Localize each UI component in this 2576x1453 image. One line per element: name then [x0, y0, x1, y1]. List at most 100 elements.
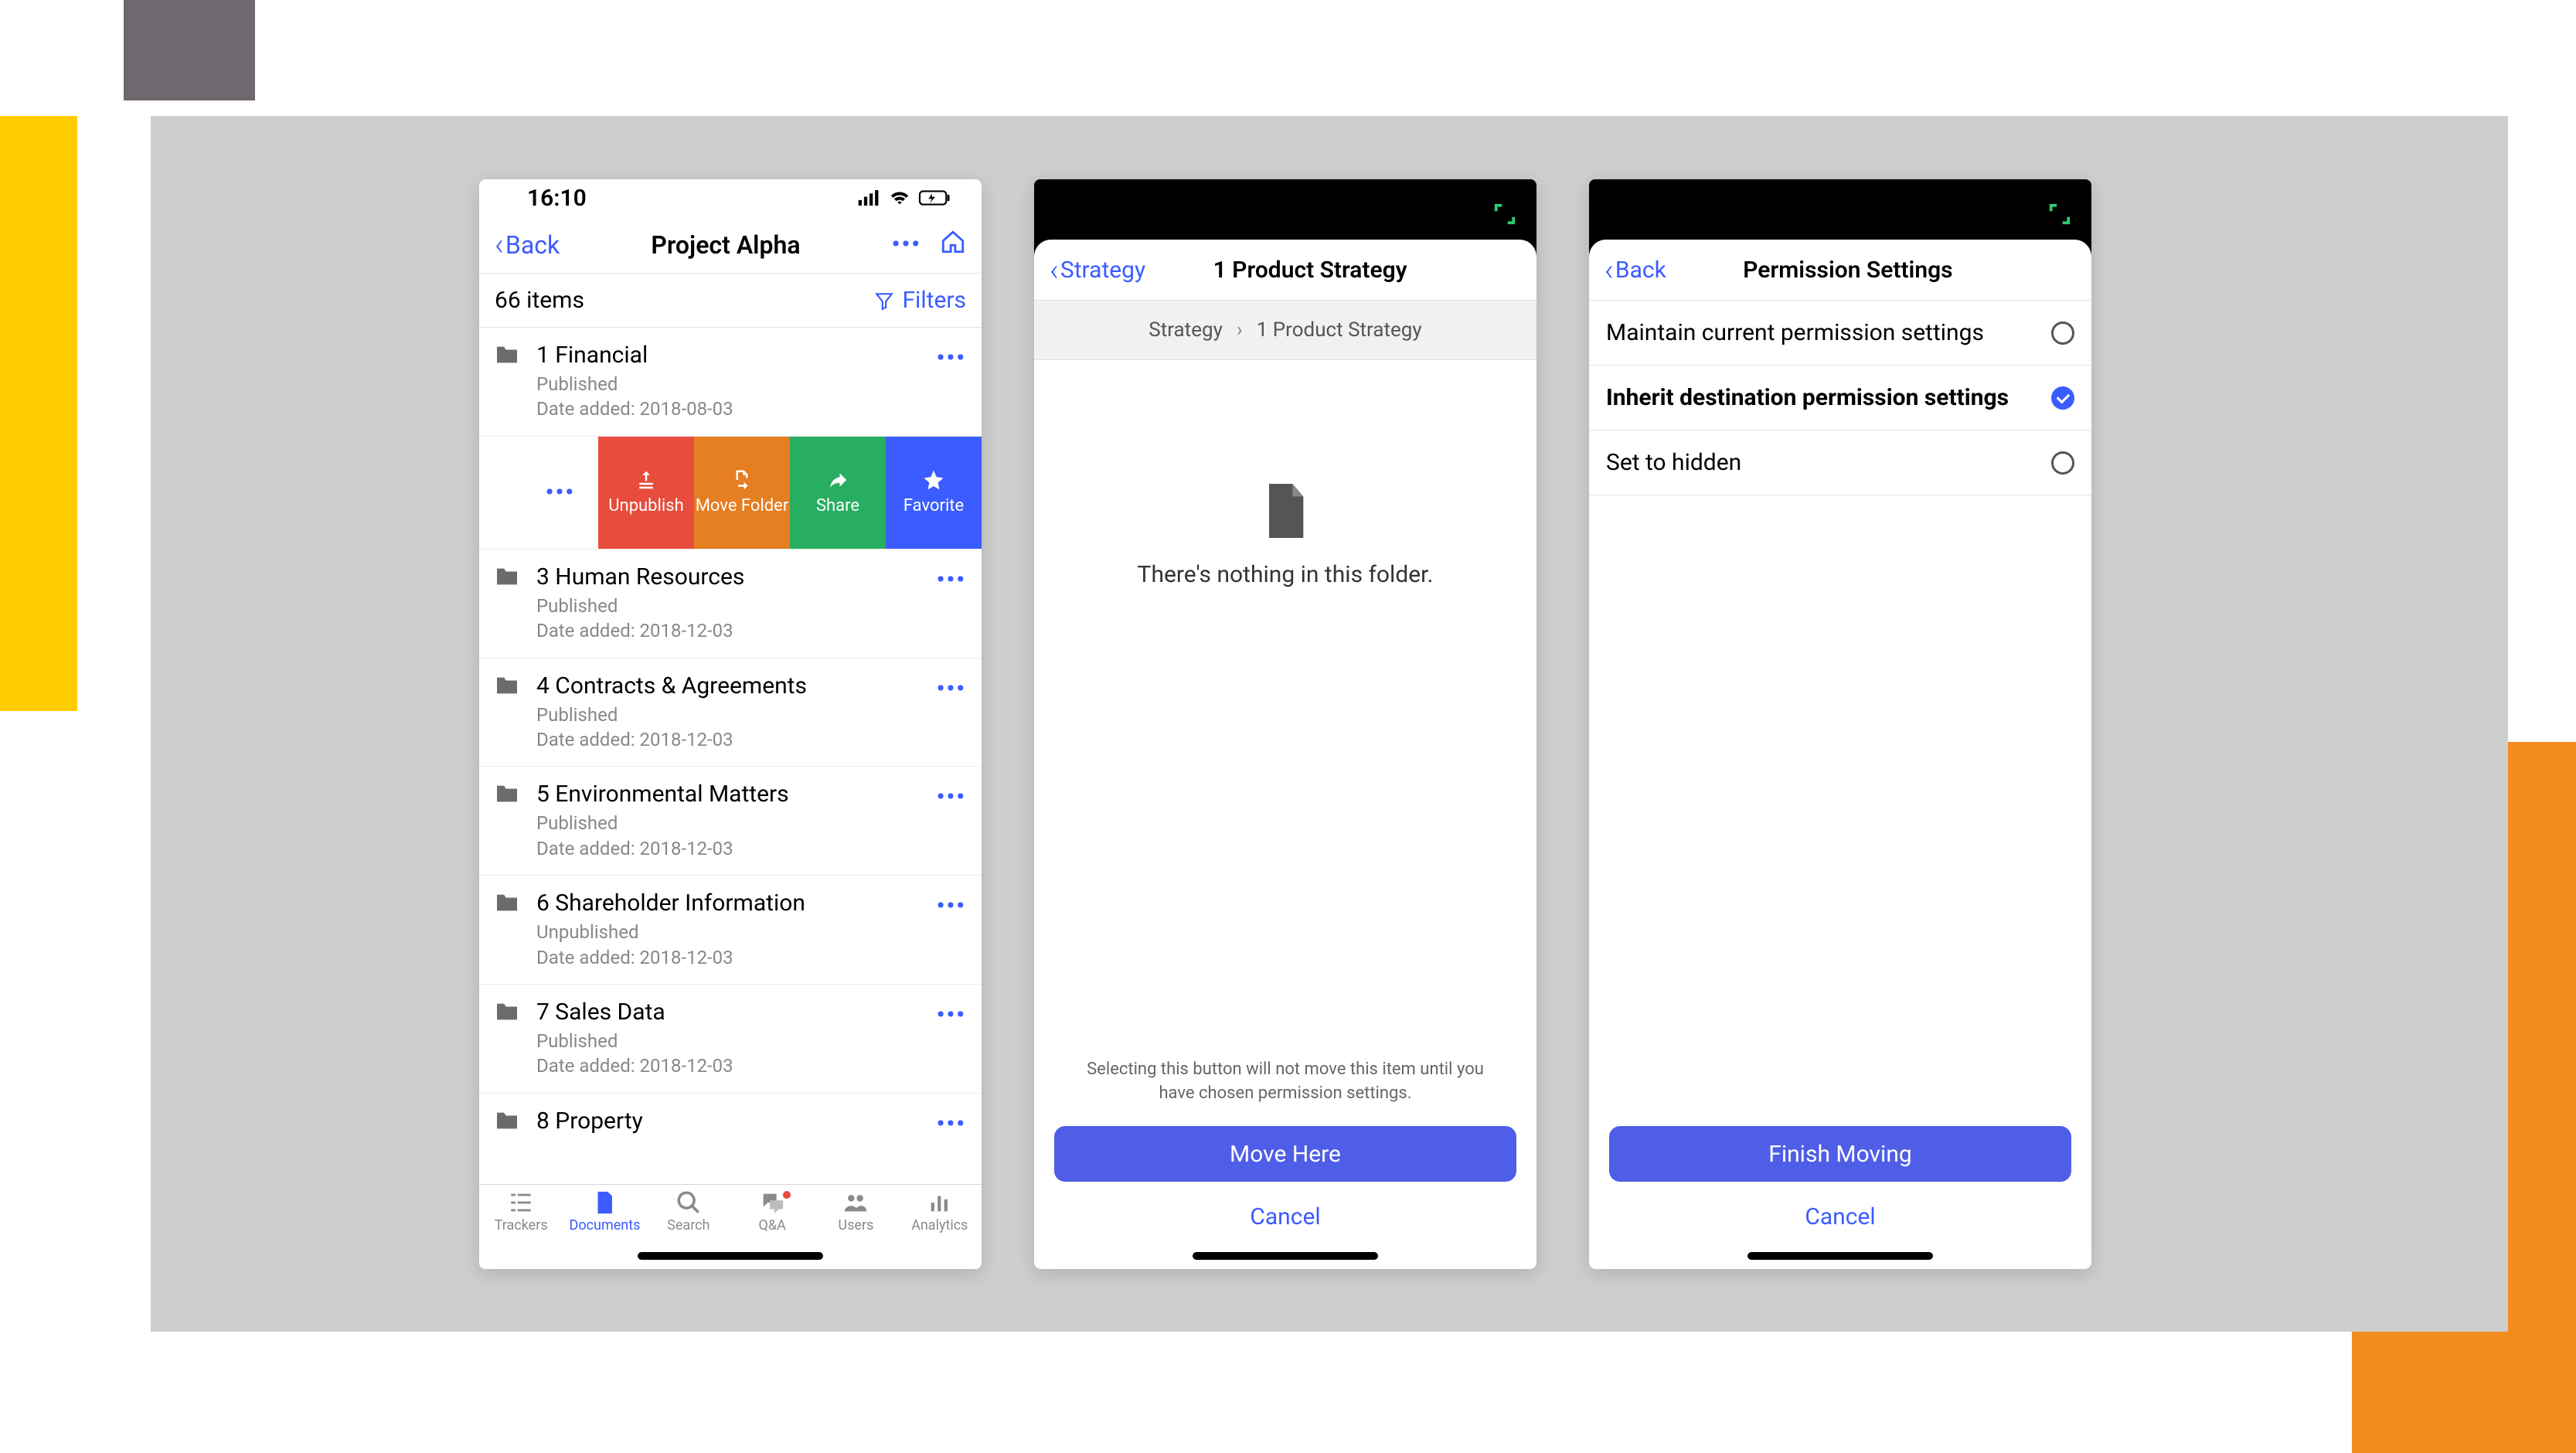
row-more-button[interactable]: •••: [937, 893, 966, 920]
row-more-button[interactable]: •••: [937, 784, 966, 811]
tab-trackers[interactable]: Trackers: [479, 1191, 563, 1269]
item-name: 6 Shareholder Information: [536, 890, 937, 917]
move-folder-action[interactable]: Move Folder: [694, 437, 790, 549]
item-name: 1 Financial: [536, 342, 937, 369]
list-item[interactable]: 7 Sales Data Published Date added: 2018-…: [479, 985, 982, 1094]
list-item[interactable]: 8 Property •••: [479, 1094, 982, 1145]
more-button[interactable]: •••: [892, 231, 921, 258]
nav-header: ‹ Back Project Alpha •••: [479, 216, 982, 274]
home-indicator[interactable]: [1747, 1252, 1933, 1260]
tab-label: Search: [667, 1217, 710, 1234]
empty-state: There's nothing in this folder.: [1034, 360, 1536, 1058]
item-status: Published: [536, 811, 937, 835]
sheet-header: ‹ Strategy 1 Product Strategy: [1034, 240, 1536, 300]
swiped-row-lead[interactable]: •••: [479, 437, 598, 549]
row-more-button[interactable]: •••: [937, 345, 966, 372]
chevron-left-icon: ‹: [495, 230, 504, 260]
folder-icon: [495, 345, 519, 365]
item-status: Published: [536, 703, 937, 727]
tab-users[interactable]: Users: [814, 1191, 897, 1269]
option-hidden[interactable]: Set to hidden: [1589, 430, 2091, 495]
tab-label: Q&A: [758, 1217, 785, 1234]
finish-moving-button[interactable]: Finish Moving: [1609, 1126, 2071, 1182]
home-indicator[interactable]: [1193, 1252, 1378, 1260]
row-more-button[interactable]: •••: [937, 1111, 966, 1138]
folder-icon: [495, 1002, 519, 1022]
item-date: Date added: 2018-12-03: [536, 618, 937, 643]
list-item[interactable]: 4 Contracts & Agreements Published Date …: [479, 658, 982, 767]
home-indicator[interactable]: [638, 1252, 823, 1260]
folder-icon: [495, 1111, 519, 1131]
option-maintain[interactable]: Maintain current permission settings: [1589, 301, 2091, 366]
list-item[interactable]: 1 Financial Published Date added: 2018-0…: [479, 328, 982, 437]
document-list[interactable]: 1 Financial Published Date added: 2018-0…: [479, 328, 982, 1184]
wifi-icon: [889, 190, 910, 206]
row-more-button[interactable]: •••: [937, 567, 966, 594]
filter-icon: [874, 291, 894, 311]
status-time: 16:10: [527, 185, 858, 212]
home-button[interactable]: [940, 229, 966, 261]
item-status: Published: [536, 594, 937, 618]
filters-button[interactable]: Filters: [874, 287, 966, 314]
folder-icon: [495, 784, 519, 804]
list-item[interactable]: 5 Environmental Matters Published Date a…: [479, 767, 982, 876]
item-status: Published: [536, 1029, 937, 1053]
documents-icon: [591, 1191, 618, 1214]
item-name: 5 Environmental Matters: [536, 781, 937, 808]
page-title: Project Alpha: [560, 230, 891, 260]
breadcrumb-root[interactable]: Strategy: [1148, 318, 1223, 342]
expand-icon[interactable]: [2048, 202, 2071, 226]
tab-label: Trackers: [495, 1217, 548, 1234]
list-item[interactable]: 6 Shareholder Information Unpublished Da…: [479, 876, 982, 985]
decorative-block-gray: [124, 0, 255, 100]
back-label: Back: [505, 230, 560, 260]
back-button[interactable]: ‹ Back: [495, 230, 560, 260]
phone-permission-settings: ‹ Back Permission Settings Maintain curr…: [1589, 179, 2091, 1269]
sheet-header: ‹ Back Permission Settings: [1589, 240, 2091, 300]
row-more-button[interactable]: •••: [937, 675, 966, 703]
move-here-button[interactable]: Move Here: [1054, 1126, 1516, 1182]
permission-options: Maintain current permission settings Inh…: [1589, 300, 2091, 495]
item-name: 7 Sales Data: [536, 999, 937, 1026]
favorite-action[interactable]: Favorite: [886, 437, 982, 549]
phone-move-destination: ‹ Strategy 1 Product Strategy Strategy ›…: [1034, 179, 1536, 1269]
share-action[interactable]: Share: [790, 437, 886, 549]
share-label: Share: [816, 496, 859, 516]
folder-icon: [495, 567, 519, 587]
radio-unchecked-icon: [2051, 322, 2074, 345]
cancel-button[interactable]: Cancel: [1054, 1196, 1516, 1246]
option-label: Maintain current permission settings: [1606, 319, 2051, 346]
list-subheader: 66 items Filters: [479, 274, 982, 328]
unpublish-action[interactable]: Unpublish: [598, 437, 694, 549]
row-more-button[interactable]: •••: [546, 479, 575, 506]
breadcrumb-current: 1 Product Strategy: [1257, 318, 1422, 342]
empty-message: There's nothing in this folder.: [1138, 561, 1434, 588]
back-label: Strategy: [1060, 257, 1145, 284]
item-name: 4 Contracts & Agreements: [536, 672, 937, 699]
item-date: Date added: 2018-12-03: [536, 836, 937, 861]
back-button[interactable]: ‹ Back: [1604, 252, 1666, 288]
list-item[interactable]: 3 Human Resources Published Date added: …: [479, 550, 982, 658]
video-backdrop: [1589, 179, 2091, 249]
item-status: Unpublished: [536, 920, 937, 944]
item-date: Date added: 2018-12-03: [536, 727, 937, 752]
row-more-button[interactable]: •••: [937, 1002, 966, 1029]
back-button[interactable]: ‹ Strategy: [1050, 252, 1145, 288]
option-inherit[interactable]: Inherit destination permission settings: [1589, 366, 2091, 430]
item-date: Date added: 2018-12-03: [536, 1053, 937, 1078]
tab-documents[interactable]: Documents: [563, 1191, 646, 1269]
expand-icon[interactable]: [1493, 202, 1516, 226]
cancel-button[interactable]: Cancel: [1609, 1196, 2071, 1246]
item-name: 3 Human Resources: [536, 563, 937, 590]
phone-documents-list: 16:10 ‹ Back Project Alpha ••• 66 items: [479, 179, 982, 1269]
move-hint: Selecting this button will not move this…: [1054, 1058, 1516, 1106]
tab-label: Documents: [570, 1217, 641, 1234]
filters-label: Filters: [902, 287, 966, 314]
tab-analytics[interactable]: Analytics: [898, 1191, 982, 1269]
item-name: 8 Property: [536, 1108, 937, 1135]
file-icon: [1264, 484, 1307, 538]
list-item-swiped: ••• Unpublish Move Folder Share Favorite: [479, 437, 982, 550]
search-icon: [675, 1191, 702, 1214]
sheet-title: 1 Product Strategy: [1145, 257, 1521, 284]
breadcrumb: Strategy › 1 Product Strategy: [1034, 300, 1536, 360]
